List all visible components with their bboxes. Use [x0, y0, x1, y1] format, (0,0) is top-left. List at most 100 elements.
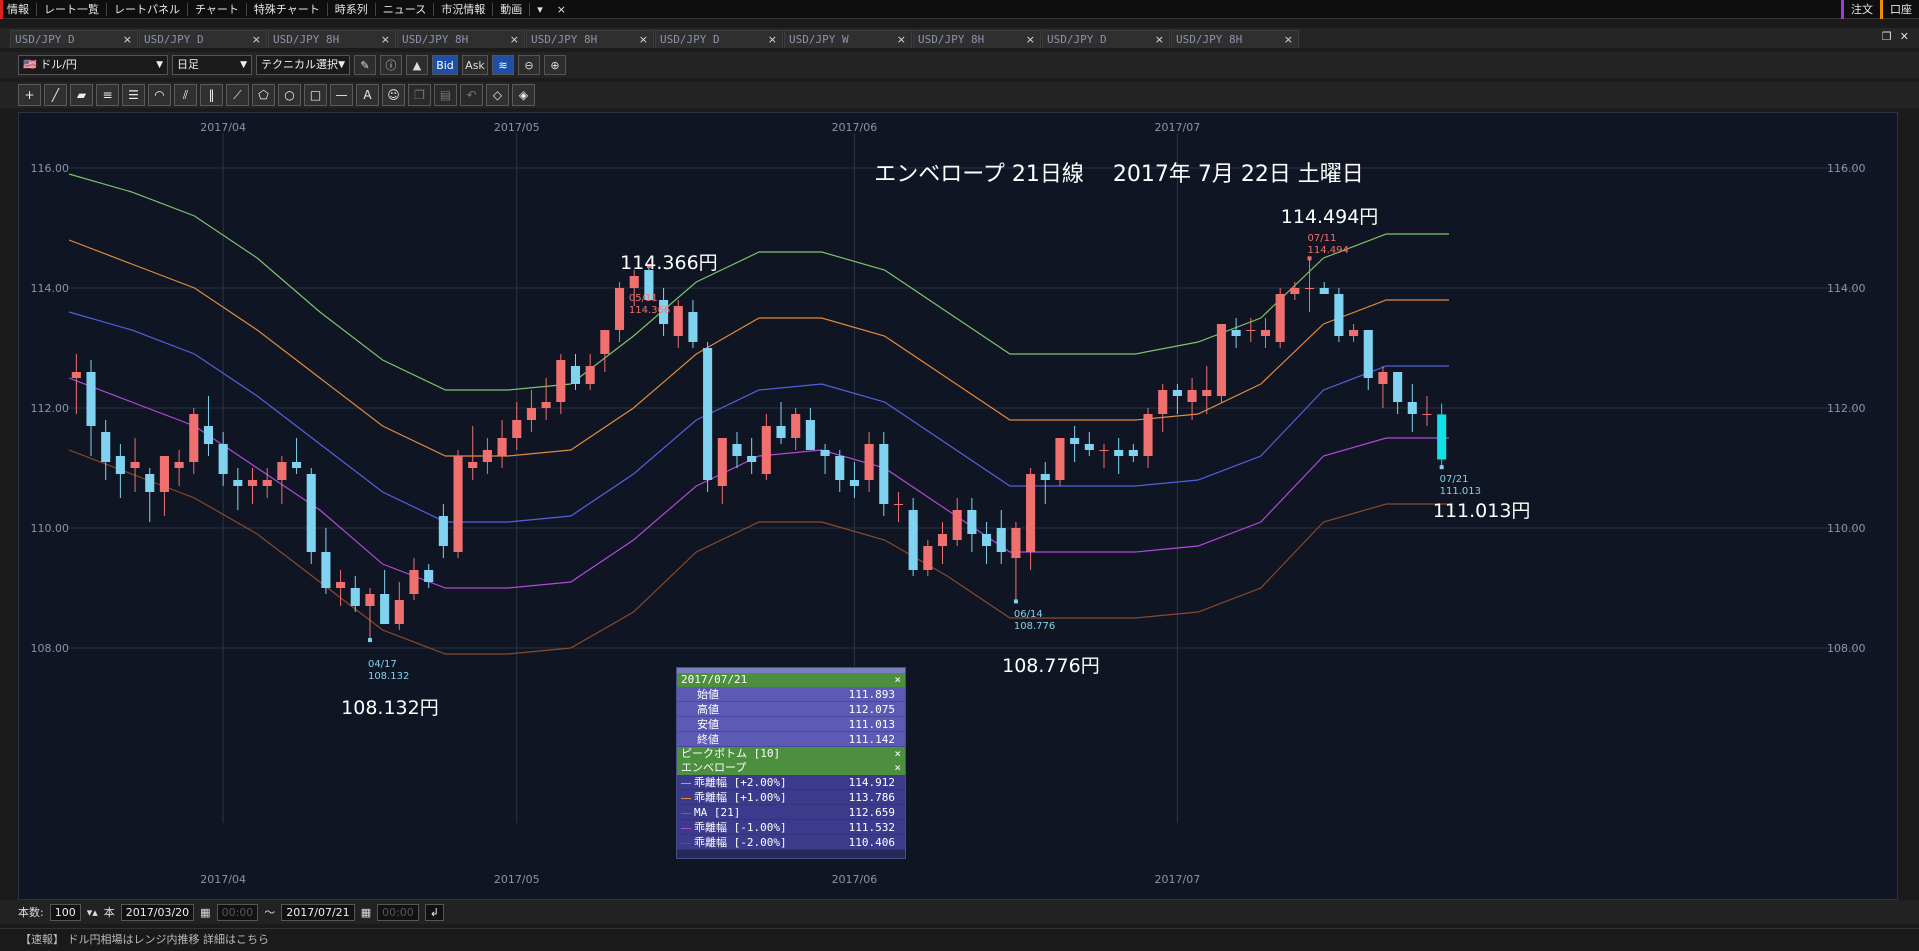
- currency-pair-select[interactable]: 🇺🇸 ドル/円 ▼: [18, 55, 168, 75]
- pen-icon[interactable]: ✎: [354, 55, 376, 75]
- menu-item-news[interactable]: ニュース: [376, 0, 433, 19]
- info-icon[interactable]: ⓘ: [380, 55, 402, 75]
- horizontal-lines-icon[interactable]: ≡: [96, 84, 119, 106]
- tab-close-icon[interactable]: ×: [1155, 31, 1164, 48]
- close-icon[interactable]: ×: [894, 747, 901, 761]
- tab-usdjpy-d[interactable]: USD/JPY D ×: [1042, 30, 1170, 48]
- end-date-input[interactable]: 2017/07/21: [281, 903, 355, 921]
- peak-marker-price: 114.494: [1308, 245, 1349, 256]
- end-time-input[interactable]: 00:00: [377, 903, 419, 921]
- pentagon-icon[interactable]: ⬠: [252, 84, 275, 106]
- candle-body: [982, 534, 992, 546]
- envelope-row-label: MA [21]: [694, 806, 741, 819]
- account-button[interactable]: 口座: [1880, 0, 1919, 19]
- eraser-icon[interactable]: ◇: [486, 84, 509, 106]
- tab-close-icon[interactable]: ×: [1026, 31, 1035, 48]
- area-chart-icon[interactable]: ▲: [406, 55, 428, 75]
- menu-item-special-chart[interactable]: 特殊チャート: [247, 0, 327, 19]
- tab-close-icon[interactable]: ×: [639, 31, 648, 48]
- tab-close-icon[interactable]: ×: [381, 31, 390, 48]
- menu-close-icon[interactable]: ×: [550, 0, 573, 19]
- rectangle-icon[interactable]: □: [304, 84, 327, 106]
- tab-usdjpy-8h[interactable]: USD/JPY 8H ×: [268, 30, 396, 48]
- menu-item-rate-list[interactable]: レート一覧: [37, 0, 106, 19]
- tab-close-icon[interactable]: ×: [510, 31, 519, 48]
- technical-select[interactable]: テクニカル選択 ▼: [256, 55, 350, 75]
- tab-usdjpy-w[interactable]: USD/JPY W ×: [784, 30, 912, 48]
- tab-close-icon[interactable]: ×: [123, 31, 132, 48]
- trendline-icon[interactable]: ╱: [44, 84, 67, 106]
- horizontal-line-icon[interactable]: —: [330, 84, 353, 106]
- fibonacci-icon[interactable]: ☰: [122, 84, 145, 106]
- close-icon[interactable]: ×: [894, 761, 901, 775]
- tab-close-icon[interactable]: ×: [252, 31, 261, 48]
- calendar-icon[interactable]: ▦: [361, 906, 371, 919]
- menu-item-video[interactable]: 動画: [493, 0, 529, 19]
- axis-labels: 116.00 116.00 114.00 114.00 112.00 112.00 110.…: [31, 121, 1866, 886]
- candle-body: [1393, 372, 1403, 402]
- envelope-row-value: 112.659: [848, 806, 895, 819]
- timeframe-select[interactable]: 日足 ▼: [172, 55, 252, 75]
- start-time-input[interactable]: 00:00: [216, 903, 259, 921]
- tab-label: USD/JPY D: [144, 33, 204, 46]
- tab-usdjpy-8h[interactable]: USD/JPY 8H ×: [1171, 30, 1299, 48]
- chart-area[interactable]: 116.00 116.00 114.00 114.00 112.00 112.00 110.…: [18, 112, 1898, 900]
- candle-body: [233, 480, 243, 486]
- tab-label: USD/JPY 8H: [918, 33, 985, 46]
- menu-item-market-info[interactable]: 市況情報: [434, 0, 492, 19]
- candlestick-chart[interactable]: 116.00 116.00 114.00 114.00 112.00 112.00 110.…: [19, 113, 1899, 901]
- tab-usdjpy-d[interactable]: USD/JPY D ×: [655, 30, 783, 48]
- candle-body: [365, 594, 375, 606]
- tab-close-icon[interactable]: ×: [768, 31, 777, 48]
- bid-button[interactable]: Bid: [432, 55, 458, 75]
- candle-body: [1349, 330, 1359, 336]
- candle-body: [145, 474, 155, 492]
- menu-item-chart[interactable]: チャート: [188, 0, 246, 19]
- count-input[interactable]: 100: [49, 903, 81, 921]
- menu-dropdown-icon[interactable]: ▾: [530, 0, 550, 19]
- tab-usdjpy-d[interactable]: USD/JPY D ×: [139, 30, 267, 48]
- channel-icon[interactable]: ⫽: [174, 84, 197, 106]
- tab-usdjpy-8h[interactable]: USD/JPY 8H ×: [397, 30, 525, 48]
- menu-item-rate-panel[interactable]: レートパネル: [107, 0, 187, 19]
- circle-icon[interactable]: ○: [278, 84, 301, 106]
- calendar-icon[interactable]: ▦: [200, 906, 210, 919]
- restore-window-icon[interactable]: ❐: [1882, 30, 1892, 43]
- vertical-lines-icon[interactable]: ‖: [200, 84, 223, 106]
- gann-icon[interactable]: ⟋: [226, 84, 249, 106]
- close-window-icon[interactable]: ✕: [1900, 30, 1909, 43]
- stamp-icon[interactable]: ☺: [382, 84, 405, 106]
- ruler-icon[interactable]: ▰: [70, 84, 93, 106]
- paste-icon[interactable]: ▤: [434, 84, 457, 106]
- close-icon[interactable]: ×: [894, 673, 901, 687]
- undo-icon[interactable]: ↶: [460, 84, 483, 106]
- zoom-in-icon[interactable]: ⊕: [544, 55, 566, 75]
- text-icon[interactable]: A: [356, 84, 379, 106]
- candle-body: [937, 534, 948, 546]
- tab-close-icon[interactable]: ×: [1284, 31, 1293, 48]
- chart-type-icon[interactable]: ≋: [492, 55, 514, 75]
- envelope-header: エンベロープ ×: [677, 761, 905, 775]
- menu-item-time-series[interactable]: 時系列: [328, 0, 375, 19]
- tab-usdjpy-8h[interactable]: USD/JPY 8H ×: [526, 30, 654, 48]
- copy-icon[interactable]: ❐: [408, 84, 431, 106]
- tab-usdjpy-d[interactable]: USD/JPY D ×: [10, 30, 138, 48]
- candle-body: [1290, 288, 1300, 294]
- start-date-input[interactable]: 2017/03/20: [120, 903, 195, 921]
- data-window[interactable]: 2017/07/21 × 始値 111.893 高値 112.075 安値 111.01…: [676, 667, 906, 859]
- candle-body: [893, 504, 904, 505]
- info-date-header: 2017/07/21 ×: [677, 673, 905, 687]
- zoom-out-icon[interactable]: ⊖: [518, 55, 540, 75]
- menu-item-info[interactable]: 情報: [0, 0, 36, 19]
- ask-button[interactable]: Ask: [462, 55, 488, 75]
- order-button[interactable]: 注文: [1841, 0, 1880, 19]
- eraser-all-icon[interactable]: ◈: [512, 84, 535, 106]
- fan-icon[interactable]: ◠: [148, 84, 171, 106]
- candle-body: [438, 516, 448, 546]
- tab-usdjpy-8h[interactable]: USD/JPY 8H ×: [913, 30, 1041, 48]
- candle-body: [1304, 288, 1315, 289]
- tab-close-icon[interactable]: ×: [897, 31, 906, 48]
- count-stepper-icon[interactable]: ▾▴: [87, 906, 98, 919]
- apply-range-icon[interactable]: ↲: [424, 903, 445, 921]
- crosshair-icon[interactable]: +: [18, 84, 41, 106]
